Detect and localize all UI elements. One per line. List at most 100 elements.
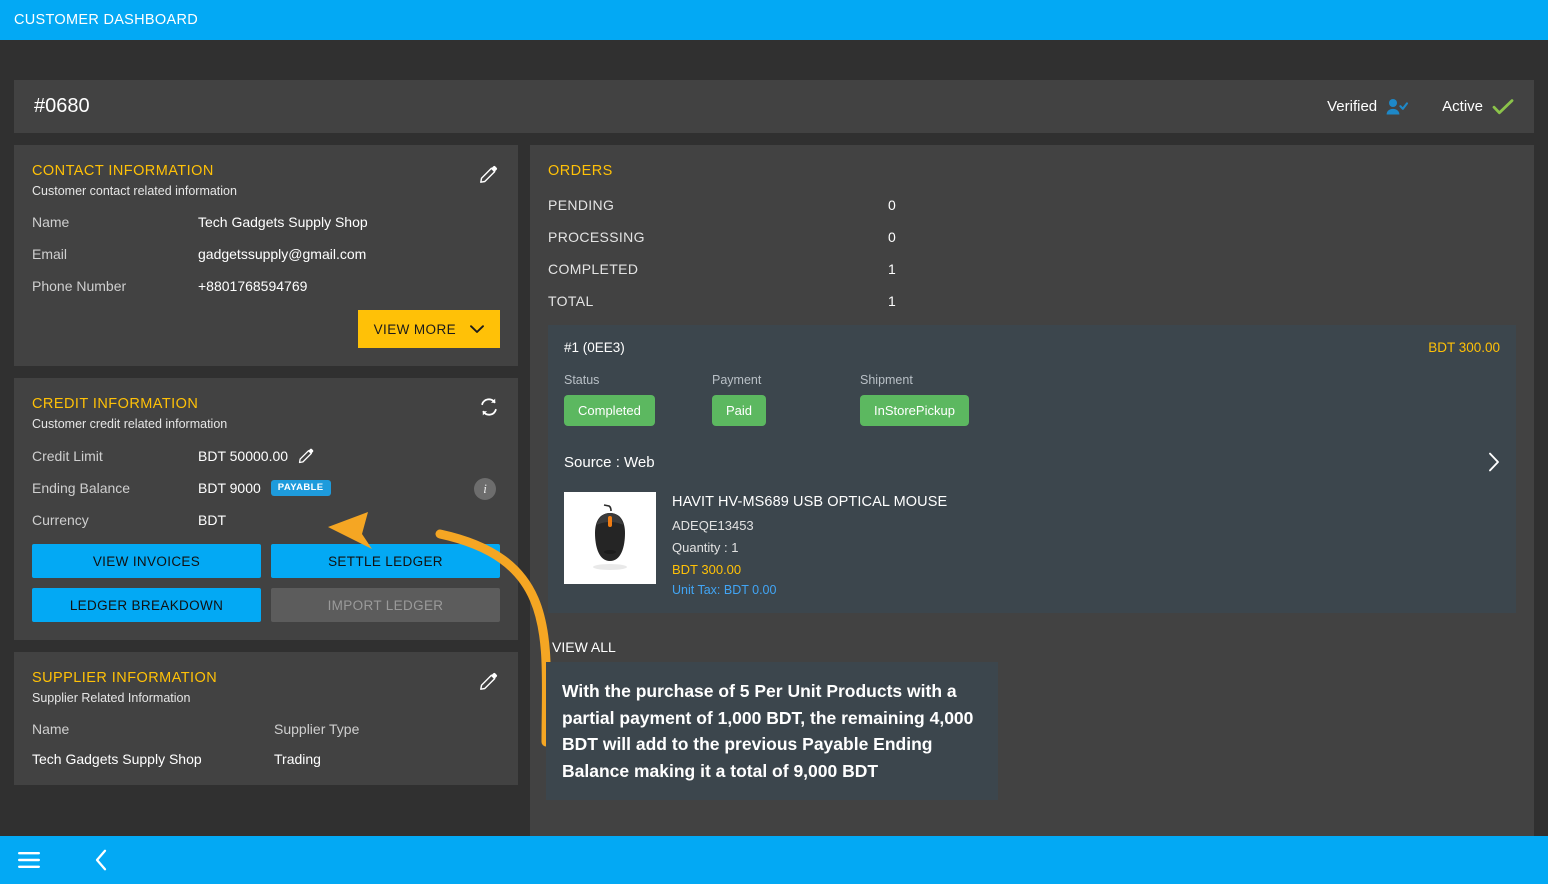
active-label: Active: [1442, 98, 1483, 115]
credit-limit-value: BDT 50000.00: [198, 447, 289, 464]
chevron-right-icon[interactable]: [1488, 452, 1500, 472]
ending-balance-value-group: BDT 9000 PAYABLE: [198, 480, 331, 496]
supplier-values-row: Tech Gadgets Supply Shop Trading: [32, 751, 500, 767]
pencil-icon: [479, 671, 499, 691]
contact-value-email: gadgetssupply@gmail.com: [198, 246, 367, 262]
import-ledger-button: IMPORT LEDGER: [271, 588, 500, 622]
credit-actions: VIEW INVOICES SETTLE LEDGER LEDGER BREAK…: [32, 544, 500, 622]
orders-label-total: TOTAL: [548, 293, 594, 309]
credit-limit-value-group: BDT 50000.00: [198, 447, 315, 464]
supplier-column-headers: Name Supplier Type: [32, 721, 500, 737]
contact-label-phone: Phone Number: [32, 278, 127, 294]
product-sku: ADEQE13453: [672, 518, 754, 533]
currency-value: BDT: [198, 512, 226, 528]
credit-row-limit: Credit Limit BDT 50000.00: [32, 447, 500, 464]
settle-ledger-button[interactable]: SETTLE LEDGER: [271, 544, 500, 578]
order-status-chip-wrap: Completed: [564, 395, 712, 426]
credit-row-ending-balance: Ending Balance BDT 9000 PAYABLE: [32, 480, 500, 496]
currency-label: Currency: [32, 512, 89, 528]
credit-row-currency: Currency BDT: [32, 512, 500, 528]
orders-summary-completed: COMPLETED 1: [548, 261, 1516, 277]
credit-information-card: CREDIT INFORMATION Customer credit relat…: [14, 378, 518, 640]
supplier-card-subtitle: Supplier Related Information: [32, 691, 191, 705]
supplier-card-title: SUPPLIER INFORMATION: [32, 670, 218, 686]
ending-balance-label: Ending Balance: [32, 480, 131, 496]
annotation-text: With the purchase of 5 Per Unit Products…: [562, 681, 974, 781]
edit-contact-button[interactable]: [476, 161, 502, 187]
credit-card-title: CREDIT INFORMATION: [32, 396, 199, 412]
computer-mouse-image: [564, 492, 656, 584]
refresh-credit-button[interactable]: [476, 394, 502, 420]
order-detail-box: #1 (0EE3) BDT 300.00 Status Payment Ship…: [548, 325, 1516, 613]
orders-value-completed: 1: [888, 261, 896, 277]
orders-label-processing: PROCESSING: [548, 229, 645, 245]
contact-label-name: Name: [32, 214, 70, 230]
check-icon: [1492, 98, 1514, 116]
orders-value-processing: 0: [888, 229, 896, 245]
orders-label-pending: PENDING: [548, 197, 615, 213]
product-quantity: Quantity : 1: [672, 540, 739, 555]
customer-header-strip: #0680 Verified Active: [14, 80, 1534, 133]
order-amount: BDT 300.00: [1428, 340, 1500, 355]
view-invoices-button[interactable]: VIEW INVOICES: [32, 544, 261, 578]
order-header: #1 (0EE3) BDT 300.00: [564, 340, 1500, 355]
order-status-badge: Completed: [564, 395, 655, 426]
active-status[interactable]: Active: [1442, 98, 1514, 116]
order-status-labels: Status Payment Shipment: [564, 373, 1500, 387]
pencil-icon: [479, 164, 499, 184]
supplier-col-type: Supplier Type: [274, 721, 360, 737]
ledger-breakdown-button[interactable]: LEDGER BREAKDOWN: [32, 588, 261, 622]
hamburger-menu-icon[interactable]: [12, 843, 46, 877]
orders-summary-total: TOTAL 1: [548, 293, 1516, 309]
order-shipment-label: Shipment: [860, 373, 913, 387]
edit-supplier-button[interactable]: [476, 668, 502, 694]
product-unit-tax: Unit Tax: BDT 0.00: [672, 583, 777, 597]
orders-value-pending: 0: [888, 197, 896, 213]
view-all-orders-link[interactable]: VIEW ALL: [548, 639, 616, 655]
refresh-icon: [478, 396, 500, 418]
supplier-val-type: Trading: [274, 751, 321, 767]
annotation-callout: With the purchase of 5 Per Unit Products…: [546, 662, 998, 800]
credit-limit-label: Credit Limit: [32, 447, 103, 464]
orders-label-completed: COMPLETED: [548, 261, 639, 277]
order-shipment-badge: InStorePickup: [860, 395, 969, 426]
credit-limit-info-icon[interactable]: i: [474, 478, 496, 500]
verified-status[interactable]: Verified: [1327, 98, 1409, 116]
contact-card-title: CONTACT INFORMATION: [32, 163, 214, 179]
edit-credit-limit-button[interactable]: [298, 447, 315, 464]
view-more-label: VIEW MORE: [373, 321, 456, 337]
orders-summary-processing: PROCESSING 0: [548, 229, 1516, 245]
orders-summary-pending: PENDING 0: [548, 197, 1516, 213]
chevron-left-icon[interactable]: [84, 843, 118, 877]
view-more-button[interactable]: VIEW MORE: [357, 310, 500, 348]
order-status-label: Status: [564, 373, 600, 387]
bottom-nav-bar: [0, 836, 1548, 884]
order-id: #1 (0EE3): [564, 340, 625, 355]
product-name: HAVIT HV-MS689 USB OPTICAL MOUSE: [672, 494, 948, 510]
top-app-bar: CUSTOMER DASHBOARD: [0, 0, 1548, 40]
credit-card-subtitle: Customer credit related information: [32, 417, 228, 431]
order-source-row[interactable]: Source : Web: [564, 452, 1500, 472]
order-payment-chip-wrap: Paid: [712, 395, 860, 426]
customer-id: #0680: [34, 95, 90, 117]
order-shipment-chip-wrap: InStorePickup: [860, 395, 1008, 426]
product-price: BDT 300.00: [672, 562, 742, 577]
supplier-col-name: Name: [32, 721, 70, 737]
chevron-down-icon: [470, 322, 484, 337]
orders-card-title: ORDERS: [548, 163, 613, 179]
contact-value-phone: +8801768594769: [198, 278, 308, 294]
customer-dashboard-app: CUSTOMER DASHBOARD #0680 Verified Active: [0, 0, 1548, 884]
order-source-text: Source : Web: [564, 453, 655, 471]
user-check-icon: [1386, 98, 1409, 116]
orders-value-total: 1: [888, 293, 896, 309]
order-payment-label: Payment: [712, 373, 762, 387]
contact-information-card: CONTACT INFORMATION Customer contact rel…: [14, 145, 518, 366]
verified-label: Verified: [1327, 98, 1378, 115]
supplier-information-card: SUPPLIER INFORMATION Supplier Related In…: [14, 652, 518, 785]
contact-row-name: Name Tech Gadgets Supply Shop: [32, 214, 500, 230]
ending-balance-value: BDT 9000: [198, 480, 261, 496]
contact-row-phone: Phone Number +8801768594769: [32, 278, 500, 294]
contact-label-email: Email: [32, 246, 68, 262]
order-product-row: HAVIT HV-MS689 USB OPTICAL MOUSE ADEQE13…: [564, 492, 1500, 597]
left-column: CONTACT INFORMATION Customer contact rel…: [14, 145, 518, 836]
